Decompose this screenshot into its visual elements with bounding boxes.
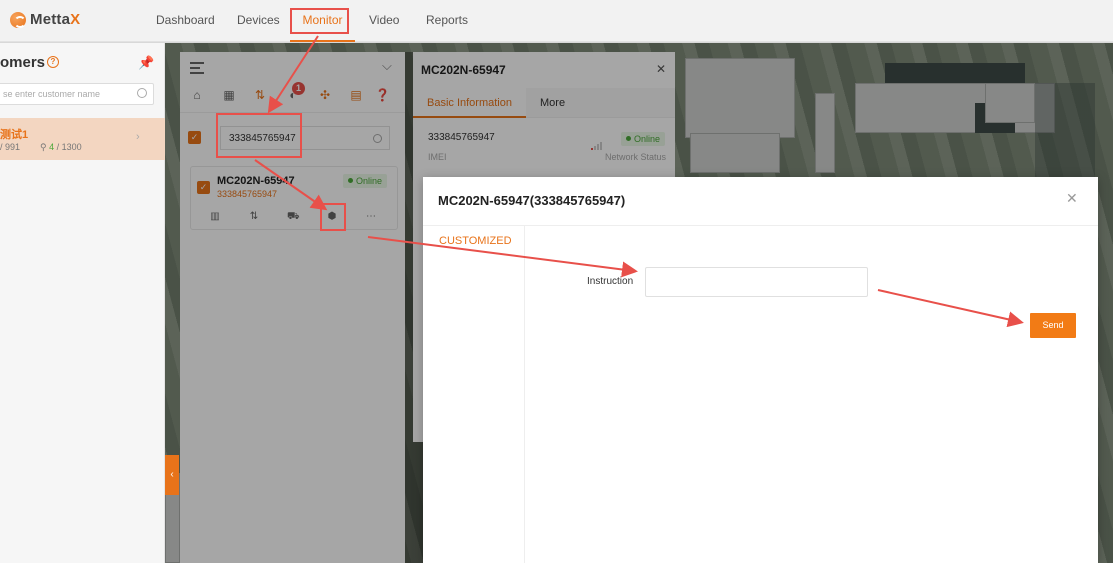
customer-search-input[interactable]: se enter customer name xyxy=(0,83,154,105)
annotation-box-command xyxy=(320,203,346,231)
modal-sidebar: CUSTOMIZED xyxy=(423,226,525,563)
customer-online-count: ⚲ 4 / 1300 xyxy=(40,142,82,152)
annotation-box-search xyxy=(216,113,302,158)
customer-panel: omers ? 📌 se enter customer name 测试1 / 9… xyxy=(0,43,165,563)
logo-text: MettaX xyxy=(30,11,81,28)
close-icon[interactable]: ✕ xyxy=(1066,190,1078,207)
search-icon[interactable] xyxy=(137,88,147,98)
customer-name: 测试1 xyxy=(0,129,29,141)
nav-devices[interactable]: Devices xyxy=(237,0,280,42)
nav-reports[interactable]: Reports xyxy=(426,0,468,42)
customer-list-item[interactable]: 测试1 / 991 ⚲ 4 / 1300 › xyxy=(0,118,165,160)
help-icon[interactable]: ? xyxy=(47,56,59,68)
modal-title: MC202N-65947(333845765947) xyxy=(438,193,626,208)
nav-dashboard[interactable]: Dashboard xyxy=(156,0,215,42)
nav-video[interactable]: Video xyxy=(369,0,399,42)
command-modal: MC202N-65947(333845765947) ✕ CUSTOMIZED … xyxy=(423,177,1098,563)
customer-device-count: / 991 xyxy=(0,142,21,152)
collapse-panel-button[interactable]: ‹ xyxy=(165,455,179,495)
brand-logo[interactable]: MettaX xyxy=(10,11,80,28)
top-nav-bar: MettaX Dashboard Devices Monitor Video R… xyxy=(0,0,1113,42)
nav-customized[interactable]: CUSTOMIZED xyxy=(439,235,512,247)
user-icon: ⚲ xyxy=(40,142,47,152)
pin-icon[interactable]: 📌 xyxy=(138,55,154,71)
logo-icon xyxy=(10,11,26,28)
instruction-label: Instruction xyxy=(587,276,634,287)
instruction-input[interactable] xyxy=(645,267,868,297)
customers-title: omers xyxy=(0,54,46,71)
annotation-box-monitor xyxy=(290,8,349,34)
chevron-right-icon: › xyxy=(136,131,140,143)
send-button[interactable]: Send xyxy=(1030,313,1076,338)
